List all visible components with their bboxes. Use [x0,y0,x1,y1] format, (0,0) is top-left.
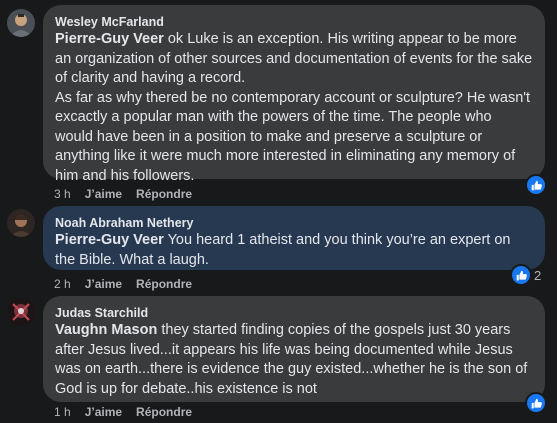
comment-author[interactable]: Judas Starchild [55,305,533,321]
comment-bubble: Noah Abraham Nethery Pierre-Guy Veer You… [43,206,545,270]
comment-timestamp[interactable]: 2 h [54,277,71,291]
like-reaction-badge[interactable] [525,174,547,196]
comment-author[interactable]: Wesley McFarland [55,14,533,30]
comment-bubble: Wesley McFarland Pierre-Guy Veer ok Luke… [43,5,545,184]
like-button[interactable]: J’aime [85,277,122,291]
like-reaction-badge[interactable] [510,264,532,286]
comment-text: Pierre-Guy Veer You heard 1 atheist and … [55,231,533,270]
mention-link[interactable]: Pierre-Guy Veer [55,31,164,47]
comment-text: Pierre-Guy Veer ok Luke is an exception.… [55,30,533,186]
reaction-count[interactable]: 2 [534,268,541,283]
mention-link[interactable]: Vaughn Mason [55,322,157,338]
comment-body-2: As far as why thered be no contemporary … [55,89,531,184]
thumbs-up-icon [531,180,542,190]
like-button[interactable]: J’aime [85,187,122,201]
comment-timestamp[interactable]: 3 h [54,187,71,201]
thumbs-up-icon [531,398,542,408]
mention-link[interactable]: Pierre-Guy Veer [55,232,164,248]
like-button[interactable]: J’aime [85,405,122,419]
avatar[interactable] [7,9,35,37]
comment-actions: 1 h J’aime Répondre [54,404,192,420]
comment-text: Vaughn Mason they started finding copies… [55,321,533,399]
comment-actions: 3 h J’aime Répondre [54,186,192,202]
comment-author[interactable]: Noah Abraham Nethery [55,215,533,231]
avatar[interactable] [7,298,35,326]
comment-bubble: Judas Starchild Vaughn Mason they starte… [43,296,545,402]
reply-button[interactable]: Répondre [136,277,192,291]
like-reaction-badge[interactable] [525,392,547,414]
reply-button[interactable]: Répondre [136,405,192,419]
reply-button[interactable]: Répondre [136,187,192,201]
thumbs-up-icon [516,270,527,280]
avatar[interactable] [7,209,35,237]
comment-actions: 2 h J’aime Répondre [54,276,192,292]
comment-timestamp[interactable]: 1 h [54,405,71,419]
